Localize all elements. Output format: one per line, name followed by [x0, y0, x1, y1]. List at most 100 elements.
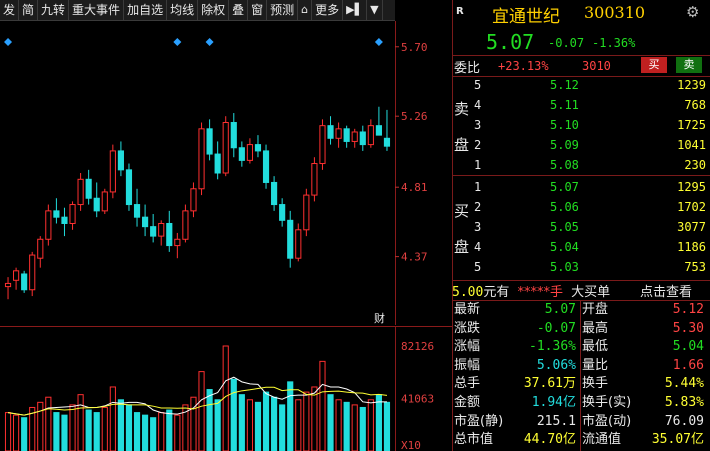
candle-body: [190, 188, 197, 212]
bid-row[interactable]: 5 5.03 753: [452, 258, 710, 277]
bid-row[interactable]: 3 5.05 3077: [452, 218, 710, 237]
toolbar-item-0[interactable]: 发: [0, 0, 20, 20]
big-order-link[interactable]: 点击查看: [640, 281, 692, 300]
volume-bar: [303, 391, 310, 451]
event-marker-icon: [374, 38, 383, 46]
candle-body: [327, 125, 334, 139]
bid-row[interactable]: 4 5.04 1186: [452, 238, 710, 257]
toolbar-item-6[interactable]: 除权: [198, 0, 230, 20]
bid-level: 2: [474, 200, 482, 214]
candle-body: [335, 128, 342, 139]
volume-bar: [367, 399, 374, 451]
candle-body: [230, 122, 237, 149]
realtime-flag: R: [456, 6, 464, 17]
candle-body: [53, 210, 60, 218]
event-marker-icon: [4, 38, 13, 46]
dropdown-arrow-icon[interactable]: ▼: [367, 0, 383, 20]
candle-body: [93, 197, 100, 212]
ask-row[interactable]: 4 5.11 768: [452, 96, 710, 115]
bid-price: 5.03: [550, 260, 579, 274]
toolbar-item-9[interactable]: 预测: [267, 0, 299, 20]
volume-chart[interactable]: 82126 41063 X10: [0, 326, 452, 451]
toolbar-item-8[interactable]: 窗: [248, 0, 268, 20]
price-axis-label: 5.26: [401, 110, 428, 123]
collapse-panel-icon[interactable]: ▶▌: [343, 0, 368, 20]
bid-row[interactable]: 1 5.07 1295: [452, 178, 710, 197]
bid-row[interactable]: 2 5.06 1702: [452, 198, 710, 217]
volume-axis-label: X10: [401, 439, 421, 451]
stat-value: 5.12: [672, 302, 704, 317]
stat-label: 市盈(静): [454, 413, 504, 429]
toolbar-item-3[interactable]: 重大事件: [69, 0, 125, 20]
bid-level: 4: [474, 240, 482, 254]
stat-label: 最高: [582, 320, 609, 336]
candle-body: [69, 204, 76, 224]
candle-body: [271, 181, 278, 206]
volume-bar: [93, 412, 100, 451]
toolbar-item-4[interactable]: 加自选: [124, 0, 168, 20]
sell-button[interactable]: 卖: [676, 57, 702, 73]
stat-label: 换手(实): [582, 395, 632, 410]
candle-body: [262, 150, 270, 183]
ask-level: 3: [474, 118, 482, 132]
volume-bar: [311, 386, 318, 451]
stock-name: 宜通世纪: [492, 7, 560, 27]
candle-body: [246, 144, 253, 161]
candle-body: [287, 219, 294, 259]
settings-gear-icon[interactable]: ⚙: [686, 3, 699, 21]
ask-row[interactable]: 2 5.09 1041: [452, 136, 710, 155]
volume-bar: [230, 378, 237, 451]
candle-body: [311, 163, 318, 196]
candle-body: [158, 222, 165, 237]
volume-bar: [142, 414, 149, 451]
toolbar-item-7[interactable]: 叠: [229, 0, 249, 20]
candle-body: [206, 128, 213, 155]
candle-body: [101, 191, 108, 212]
toolbar-item-1[interactable]: 简: [19, 0, 39, 20]
volume-bar: [287, 381, 294, 451]
stat-label: 总手: [454, 376, 481, 392]
toolbar-item-5[interactable]: 均线: [167, 0, 199, 20]
buy-side-label-1: 买: [454, 202, 470, 220]
candle-body: [77, 178, 84, 206]
ask-row[interactable]: 1 5.08 230: [452, 156, 710, 175]
bid-level: 1: [474, 180, 482, 194]
buy-button[interactable]: 买: [641, 57, 667, 73]
volume-bar: [319, 360, 326, 451]
candle-body: [125, 169, 133, 206]
ask-row[interactable]: 3 5.10 1725: [452, 116, 710, 135]
toolbar-item-10[interactable]: 更多: [312, 0, 344, 20]
ask-price: 5.10: [550, 118, 579, 132]
big-order-row[interactable]: 5.00元有 *****手 大买单 点击查看: [452, 281, 710, 300]
bid-level: 3: [474, 220, 482, 234]
price-chart[interactable]: 5.70 5.26 4.81 4.37 财: [0, 21, 452, 325]
candle-body: [303, 194, 310, 231]
candle-body: [174, 238, 181, 247]
candle-body: [359, 131, 366, 146]
ask-price: 5.11: [550, 98, 579, 112]
candle-body: [117, 150, 124, 171]
finance-tag[interactable]: 财: [374, 311, 385, 325]
volume-bar: [37, 401, 44, 451]
big-order-hand: 手: [549, 285, 563, 300]
volume-bar: [158, 412, 165, 451]
volume-bar: [238, 394, 245, 451]
stat-value: 5.30: [672, 320, 704, 336]
volume-bar: [61, 414, 68, 451]
lock-icon[interactable]: ⌂: [298, 0, 313, 20]
stat-value: 5.44%: [664, 376, 704, 392]
toolbar-item-2[interactable]: 九转: [38, 0, 70, 20]
ask-volume: 1239: [677, 78, 706, 92]
stat-label: 振幅: [454, 357, 481, 373]
stat-value: 5.07: [544, 302, 576, 317]
order-ratio-label: 委比: [454, 61, 481, 76]
ask-volume: 230: [684, 158, 706, 172]
stat-label: 开盘: [582, 302, 609, 317]
stat-label: 涨跌: [454, 320, 481, 336]
volume-bar: [53, 412, 60, 451]
bid-volume: 753: [684, 260, 706, 274]
order-ratio-diff: 3010: [582, 59, 611, 73]
bid-volume: 3077: [677, 220, 706, 234]
price-axis-label: 5.70: [401, 41, 428, 54]
ask-row[interactable]: 5 5.12 1239: [452, 76, 710, 95]
